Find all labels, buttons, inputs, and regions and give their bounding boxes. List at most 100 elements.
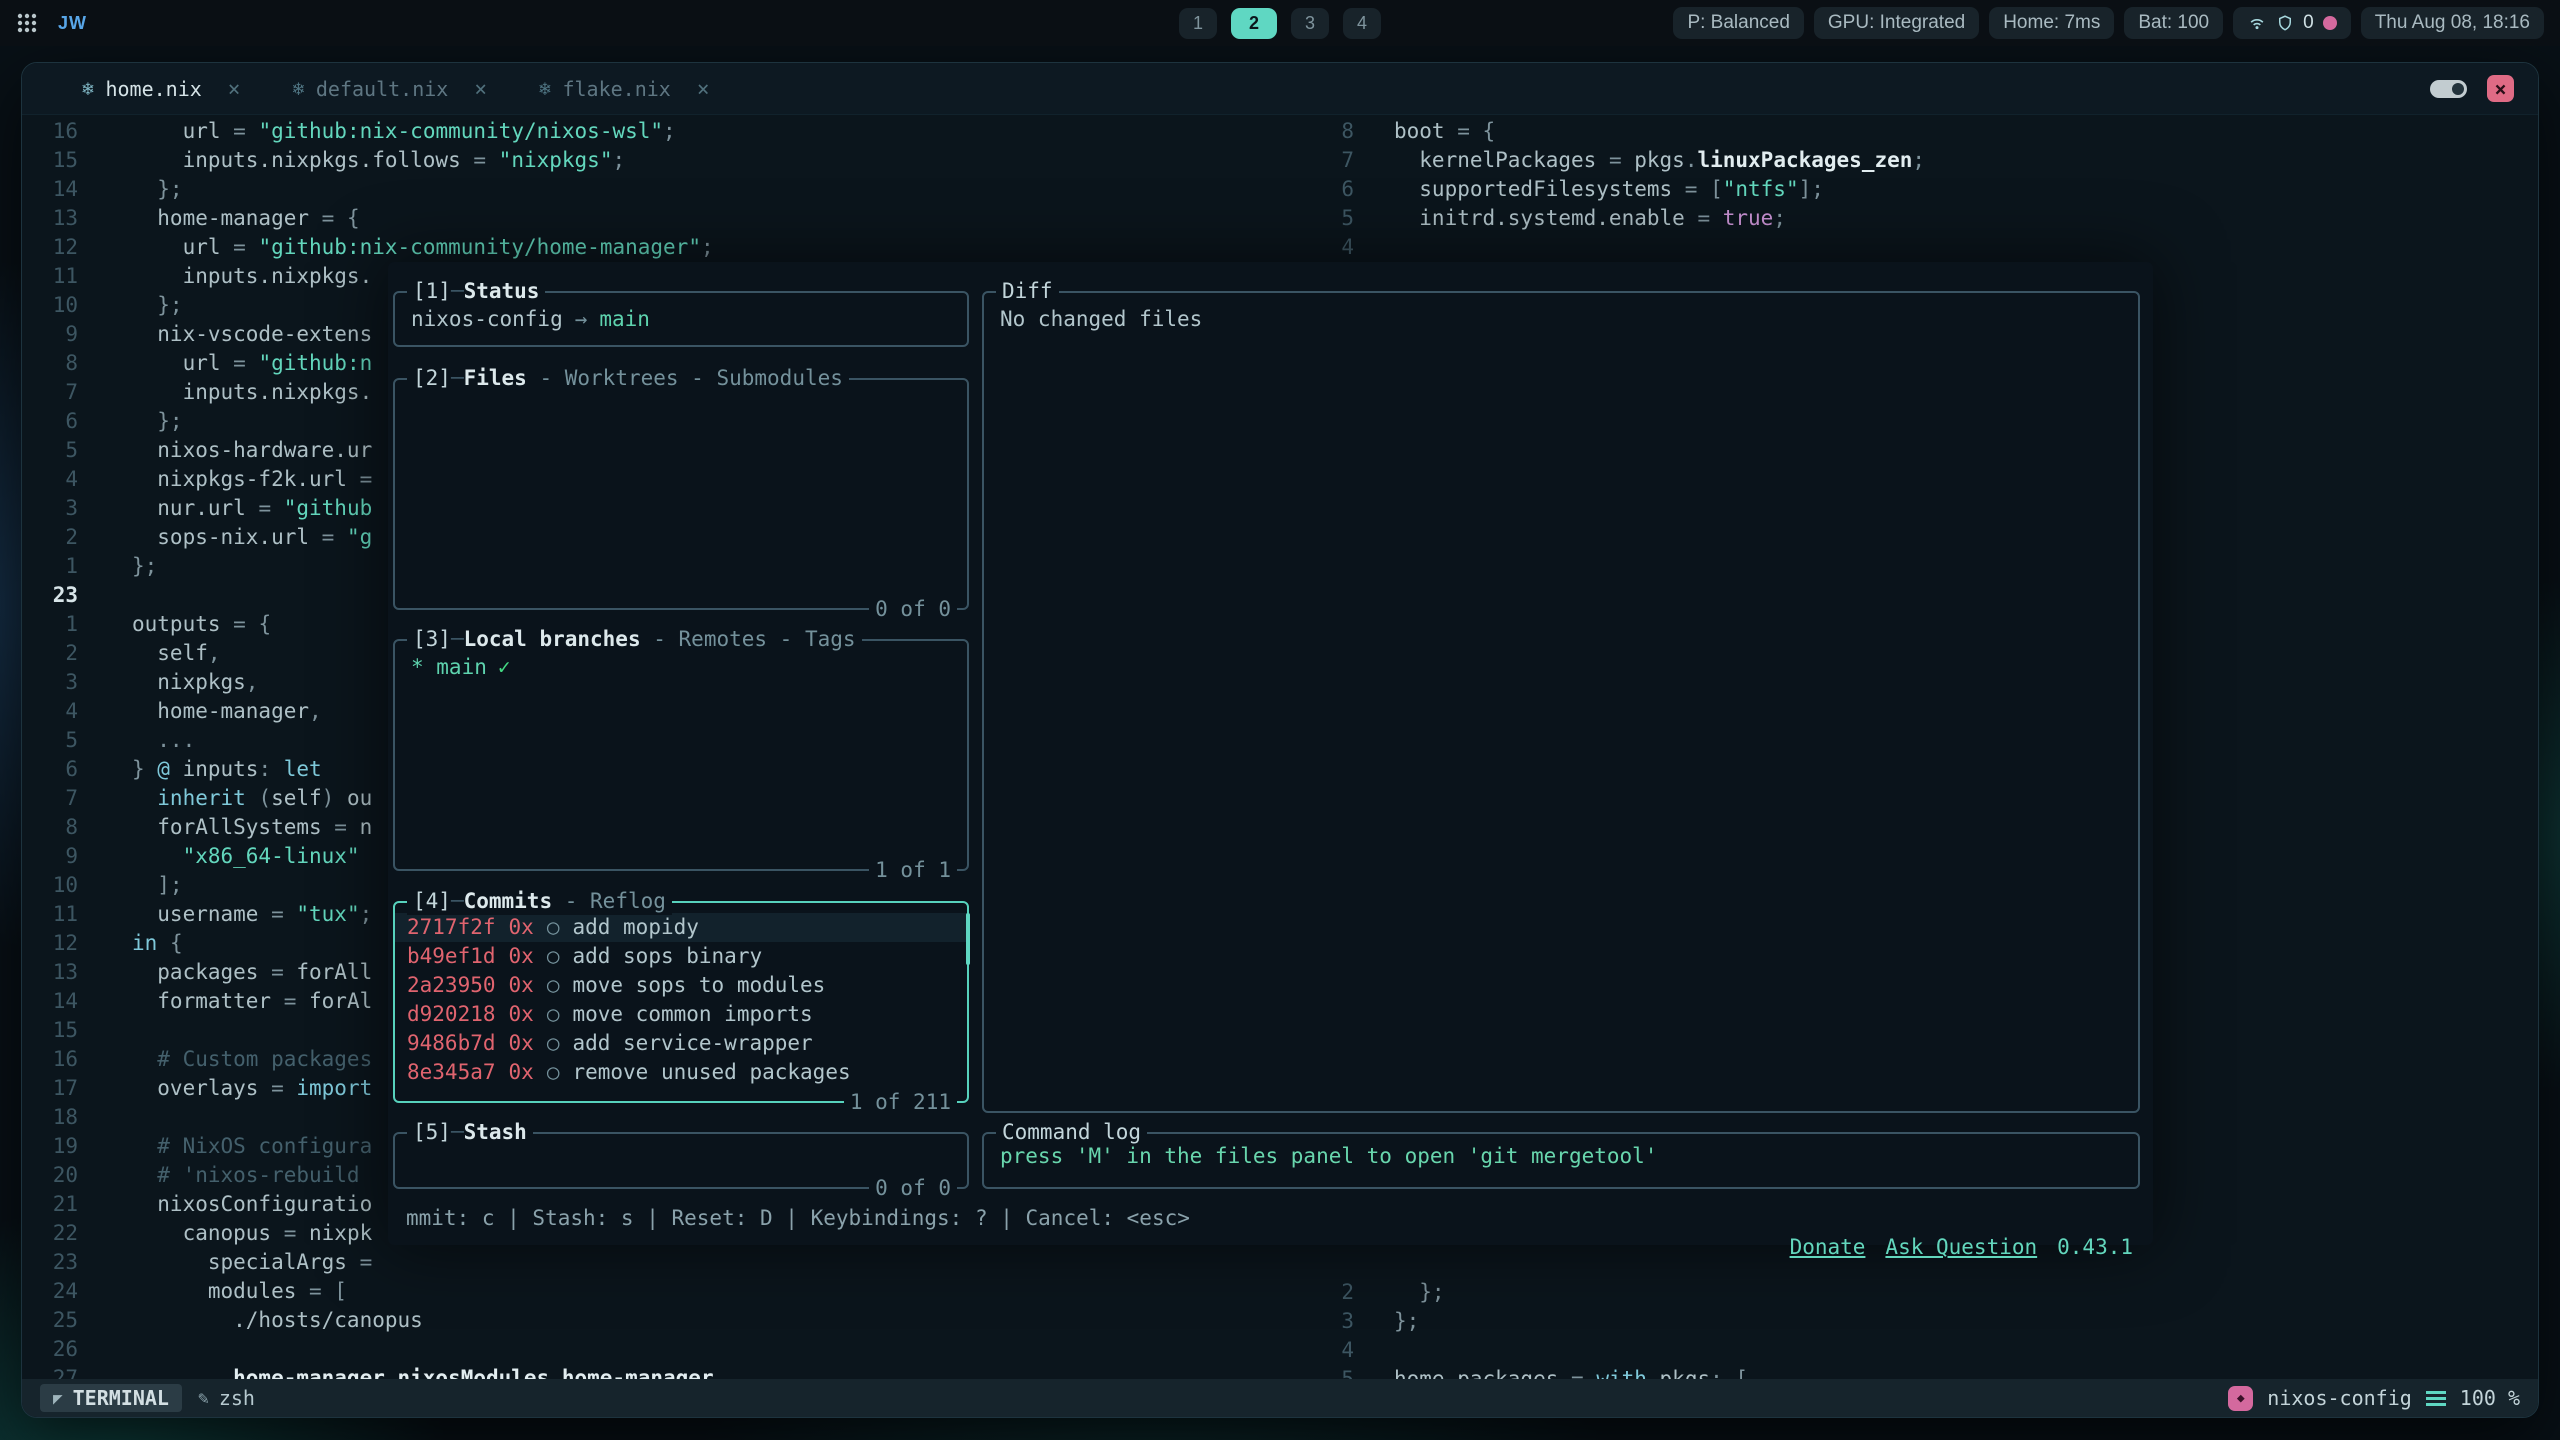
shield-icon[interactable] <box>2276 14 2294 32</box>
commit-row[interactable]: 2a239500x○move sops to modules <box>395 971 967 1000</box>
tray-module[interactable]: 0 <box>2233 7 2351 39</box>
gpu-module[interactable]: GPU: Integrated <box>1814 7 1979 39</box>
apps-grid-icon[interactable] <box>16 12 38 34</box>
lazygit-stash-panel[interactable]: [5]─Stash 0 of 0 <box>393 1132 969 1189</box>
code-text: url = "github:nix-community/nixos-wsl"; <box>132 117 676 146</box>
commit-message: add sops binary <box>572 944 762 968</box>
editor-pane-right-top[interactable]: 8boot = {7 kernelPackages = pkgs.linuxPa… <box>1328 117 1925 262</box>
power-profile-module[interactable]: P: Balanced <box>1673 7 1803 39</box>
commit-row[interactable]: d9202180x○move common imports <box>395 1000 967 1029</box>
code-line: 15 inputs.nixpkgs.follows = "nixpkgs"; <box>52 146 714 175</box>
code-text: # NixOS configura <box>132 1132 372 1161</box>
line-number: 12 <box>52 929 78 958</box>
workspace-button-1[interactable]: 1 <box>1179 8 1217 39</box>
line-number: 8 <box>52 349 78 378</box>
network-latency-module[interactable]: Home: 7ms <box>1989 7 2114 39</box>
commit-hash: 2717f2f <box>407 915 496 939</box>
code-text: }; <box>132 291 183 320</box>
commits-count: 1 of 211 <box>844 1089 957 1116</box>
ask-question-link[interactable]: Ask Question <box>1885 1235 2037 1259</box>
title-dash: ─ <box>451 1120 464 1144</box>
code-line: 6 supportedFilesystems = ["ntfs"]; <box>1328 175 1925 204</box>
commit-row[interactable]: 9486b7d0x○add service-wrapper <box>395 1029 967 1058</box>
line-number: 18 <box>52 1103 78 1132</box>
terminal-window: ❄home.nix×❄default.nix×❄flake.nix× × 16 … <box>21 62 2539 1418</box>
line-number: 4 <box>52 465 78 494</box>
code-text: url = "github:n <box>132 349 372 378</box>
battery-module[interactable]: Bat: 100 <box>2124 7 2223 39</box>
commit-row[interactable]: 2717f2f0x○add mopidy <box>395 913 967 942</box>
lazygit-files-panel[interactable]: [2]─Files - Worktrees - Submodules 0 of … <box>393 378 969 610</box>
line-number: 10 <box>52 871 78 900</box>
commit-hash: 8e345a7 <box>407 1060 496 1084</box>
line-number: 11 <box>52 262 78 291</box>
line-number: 4 <box>1328 233 1354 262</box>
lazygit-command-log-panel[interactable]: Command log press 'M' in the files panel… <box>982 1132 2140 1189</box>
topbar-left: JW <box>16 12 87 34</box>
commit-author: 0x <box>509 915 534 939</box>
panel-title: [1]─Status <box>407 278 545 305</box>
code-line: 12 url = "github:nix-community/home-mana… <box>52 233 714 262</box>
wifi-icon[interactable] <box>2247 13 2267 33</box>
line-number: 17 <box>52 1074 78 1103</box>
commit-message: add mopidy <box>572 915 698 939</box>
code-text: "x86_64-linux" <box>132 842 360 871</box>
donate-link[interactable]: Donate <box>1790 1235 1866 1259</box>
code-text: nixpkgs-f2k.url = <box>132 465 372 494</box>
line-number: 6 <box>52 755 78 784</box>
panel-key: [5] <box>413 1120 451 1144</box>
panel-title: [2]─Files - Worktrees - Submodules <box>407 365 849 392</box>
clock-module[interactable]: Thu Aug 08, 18:16 <box>2361 7 2544 39</box>
panel-title-text: Command log <box>1002 1120 1141 1144</box>
top-status-bar: JW 1234 P: Balanced GPU: Integrated Home… <box>0 0 2560 46</box>
lazygit-diff-panel[interactable]: Diff No changed files <box>982 291 2140 1113</box>
code-line: 2 }; <box>1328 1278 1748 1307</box>
code-text: ... <box>132 726 195 755</box>
panel-key: [3] <box>413 627 451 651</box>
panel-key: [2] <box>413 366 451 390</box>
files-count: 0 of 0 <box>869 596 957 623</box>
commit-row[interactable]: 8e345a70x○remove unused packages <box>395 1058 967 1087</box>
editor-pane-right-bottom[interactable]: 2 };3};45home.packages = with pkgs; [ <box>1328 1278 1748 1394</box>
code-text: # Custom packages <box>132 1045 372 1074</box>
commit-message: add service-wrapper <box>572 1031 812 1055</box>
arrow-icon: → <box>575 307 588 331</box>
commit-hash: 2a23950 <box>407 973 496 997</box>
line-number: 14 <box>52 987 78 1016</box>
code-text: inputs.nixpkgs. <box>132 378 372 407</box>
topbar-right: P: Balanced GPU: Integrated Home: 7ms Ba… <box>1673 7 2544 39</box>
line-number: 3 <box>1328 1307 1354 1336</box>
line-number: 1 <box>52 552 78 581</box>
commit-row[interactable]: b49ef1d0x○add sops binary <box>395 942 967 971</box>
line-number: 2 <box>1328 1278 1354 1307</box>
branch-name: * main <box>411 655 487 679</box>
panel-title: [5]─Stash <box>407 1119 533 1146</box>
mode-label: TERMINAL <box>73 1386 169 1410</box>
code-text: home-manager = { <box>132 204 360 233</box>
lazygit-status-panel[interactable]: [1]─Status nixos-config→main <box>393 291 969 347</box>
color-picker-icon[interactable] <box>2323 16 2337 30</box>
lazygit-popup: [1]─Status nixos-config→main [2]─Files -… <box>388 262 2153 1245</box>
line-number: 22 <box>52 1219 78 1248</box>
scrollbar-thumb[interactable] <box>966 913 970 965</box>
shell-label: zsh <box>219 1386 255 1410</box>
workspace-button-3[interactable]: 3 <box>1291 8 1329 39</box>
line-number: 15 <box>52 1016 78 1045</box>
line-number: 2 <box>52 639 78 668</box>
workspace-button-4[interactable]: 4 <box>1343 8 1381 39</box>
line-number: 26 <box>52 1335 78 1364</box>
branches-count: 1 of 1 <box>869 857 957 884</box>
code-text: modules = [ <box>132 1277 347 1306</box>
panel-title-text: Local branches <box>464 627 641 651</box>
workspace-button-2[interactable]: 2 <box>1231 8 1277 39</box>
commit-hash: d920218 <box>407 1002 496 1026</box>
percent-label: 100 % <box>2460 1386 2520 1410</box>
branch-check-icon: ✓ <box>498 655 511 679</box>
commit-node-icon: ○ <box>547 1002 560 1026</box>
panel-subtitle: - Remotes - Tags <box>641 627 856 651</box>
lazygit-branches-panel[interactable]: [3]─Local branches - Remotes - Tags * ma… <box>393 639 969 871</box>
panel-subtitle: - Worktrees - Submodules <box>527 366 843 390</box>
code-text: url = "github:nix-community/home-manager… <box>132 233 714 262</box>
shell-tab[interactable]: ✎ zsh <box>198 1386 255 1410</box>
lazygit-commits-panel[interactable]: [4]─Commits - Reflog 2717f2f0x○add mopid… <box>393 901 969 1103</box>
